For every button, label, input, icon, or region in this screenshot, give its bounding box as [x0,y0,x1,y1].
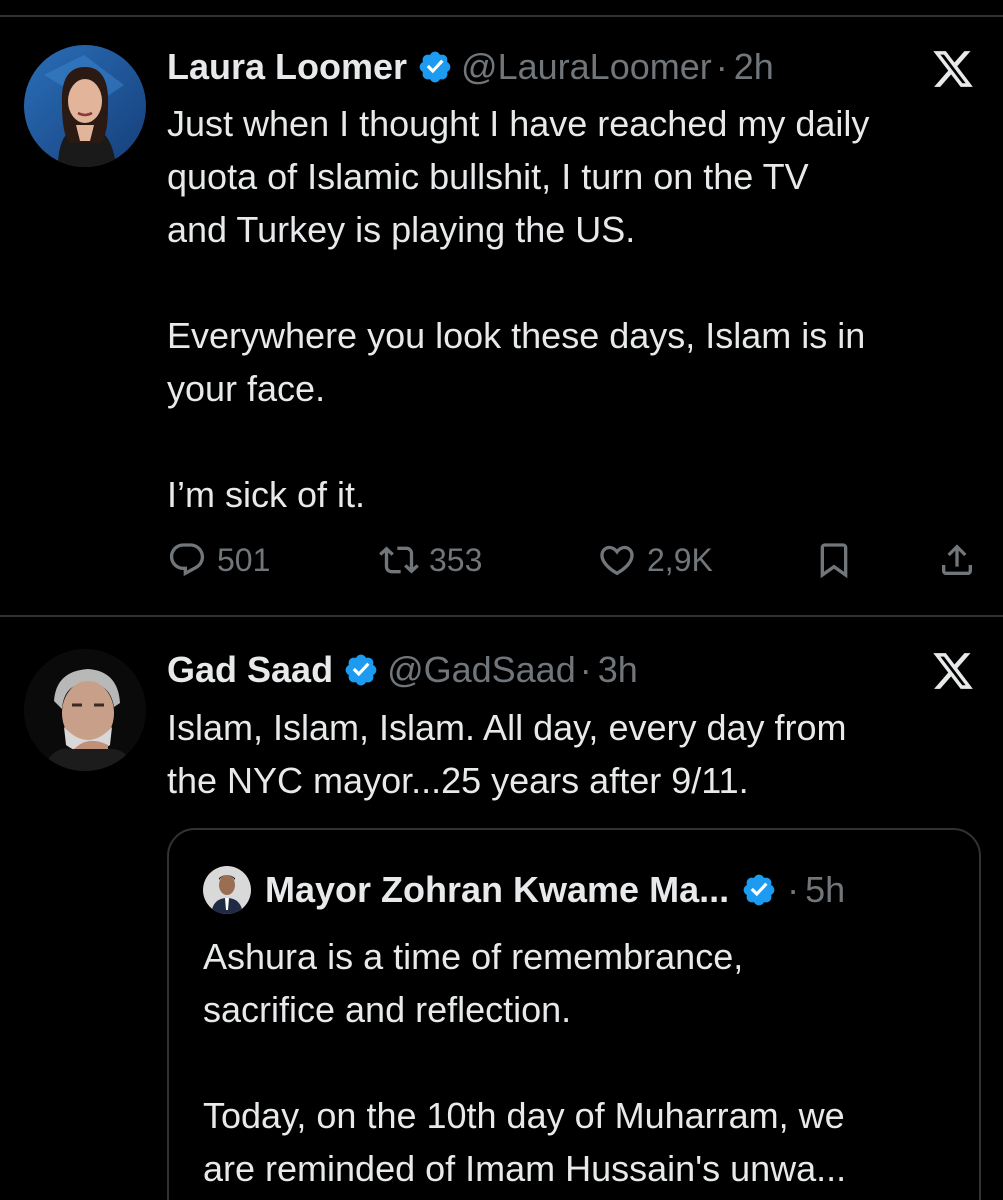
text-line: I’m sick of it. [167,474,366,515]
text-line: Ashura is a time of remembrance, [203,936,744,977]
like-button[interactable]: 2,9K [597,535,713,585]
share-button[interactable] [937,535,977,585]
author-handle[interactable]: @LauraLoomer [461,45,712,89]
text-line: Everywhere you look these days, Islam is… [167,315,866,356]
text-line: are reminded of Imam Hussain's unwa... [203,1148,847,1189]
verified-badge-icon [417,49,453,85]
repost-icon [379,546,419,574]
timestamp[interactable]: 3h [598,648,638,692]
verified-badge-icon [343,652,379,688]
avatar[interactable] [24,45,146,167]
separator-dot: · [579,649,592,690]
tweet-gad-saad[interactable]: Gad Saad @GadSaad · 3h Islam, Islam, Isl… [0,619,1003,1200]
text-line: and Turkey is playing the US. [167,209,636,250]
timestamp[interactable]: 2h [734,45,774,89]
quoted-timestamp: 5h [805,869,846,910]
x-logo-icon [931,649,975,693]
author-name[interactable]: Laura Loomer [167,45,407,89]
text-line: Just when I thought I have reached my da… [167,103,870,144]
quoted-author-name: Mayor Zohran Kwame Ma... [265,869,730,910]
tweet-text: Islam, Islam, Islam. All day, every day … [167,701,977,807]
reply-count: 501 [217,541,271,578]
quoted-header: Mayor Zohran Kwame Ma... · 5h [265,868,845,912]
text-line: Today, on the 10th day of Muharram, we [203,1095,845,1136]
like-icon [600,545,634,576]
separator-dot: · [787,869,800,910]
avatar[interactable] [24,649,146,771]
share-icon [942,544,972,575]
author-name[interactable]: Gad Saad [167,648,333,692]
text-line: the NYC mayor...25 years after 9/11. [167,760,749,801]
text-line: your face. [167,368,326,409]
text-line: Islam, Islam, Islam. All day, every day … [167,707,847,748]
bookmark-button[interactable] [814,535,854,585]
repost-button[interactable]: 353 [379,535,482,585]
tweet-header: Gad Saad @GadSaad · 3h [167,648,638,692]
separator-dot: · [715,46,728,87]
text-line: quota of Islamic bullshit, I turn on the… [167,156,809,197]
author-handle[interactable]: @GadSaad [387,648,576,692]
tweet-text: Just when I thought I have reached my da… [167,97,977,521]
quoted-avatar [203,866,251,914]
quoted-text: Ashura is a time of remembrance, sacrifi… [203,930,963,1195]
verified-badge-icon [741,872,777,908]
tweet-laura-loomer[interactable]: Laura Loomer @LauraLoomer · 2h Just when… [0,17,1003,617]
reply-button[interactable]: 501 [167,535,270,585]
like-count: 2,9K [647,541,713,578]
x-logo-icon [931,47,975,91]
repost-count: 353 [429,541,483,578]
tweet-header: Laura Loomer @LauraLoomer · 2h [167,45,774,89]
bookmark-icon [820,543,848,579]
quoted-tweet[interactable]: Mayor Zohran Kwame Ma... · 5h Ashura is … [167,828,981,1200]
action-bar: 501 353 2,9K [167,535,977,585]
text-line: sacrifice and reflection. [203,989,572,1030]
top-divider [0,0,1003,17]
reply-icon [169,543,205,577]
